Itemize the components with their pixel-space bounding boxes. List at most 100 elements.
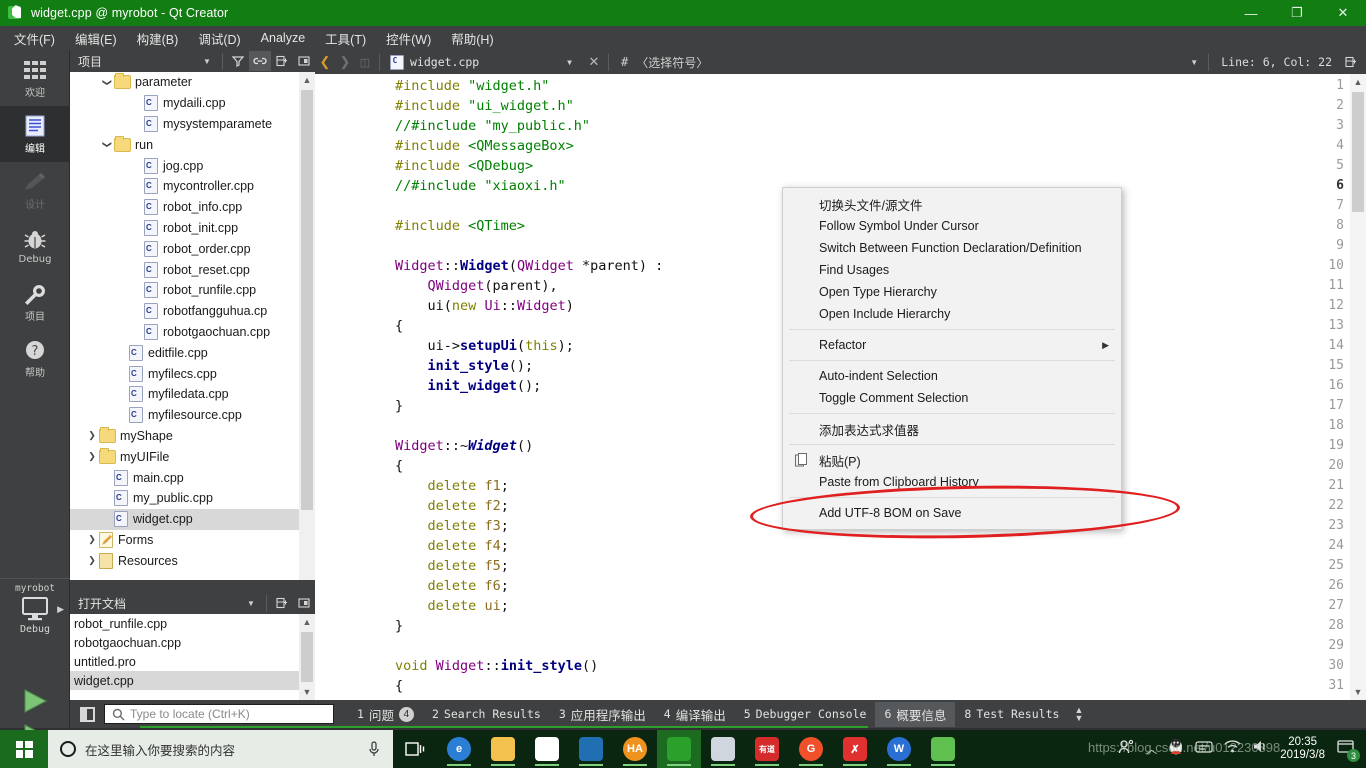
open-document-item[interactable]: robot_runfile.cpp — [70, 614, 315, 633]
kit-selector[interactable]: myrobot ▶ Debug — [0, 578, 70, 641]
output-tab-8[interactable]: 8 Test Results — [955, 704, 1068, 724]
tree-item[interactable]: myfilesource.cpp — [70, 405, 315, 426]
youdao-icon[interactable]: 有道 — [745, 730, 789, 768]
output-tab-4[interactable]: 4 编译输出 — [655, 702, 735, 727]
editor-document-combo[interactable]: widget.cpp ▼ — [384, 54, 584, 70]
tree-item[interactable]: ❯ myShape — [70, 426, 315, 447]
mode-帮助[interactable]: ? 帮助 — [0, 330, 70, 386]
open-documents-list[interactable]: robot_runfile.cpp robotgaochuan.cpp untitl… — [70, 614, 315, 700]
close-button[interactable]: ✕ — [1320, 0, 1366, 26]
scroll-down-icon[interactable]: ▼ — [299, 684, 315, 700]
menu-item-7[interactable]: 帮助(H) — [441, 26, 503, 51]
context-menu-item[interactable]: Open Include Hierarchy — [783, 303, 1121, 325]
locator-input[interactable]: Type to locate (Ctrl+K) — [104, 704, 334, 724]
project-dropdown-icon[interactable]: ▼ — [196, 51, 218, 71]
vscode-icon[interactable] — [569, 730, 613, 768]
link-sync-icon[interactable] — [249, 51, 271, 71]
microsoft-store-icon[interactable] — [525, 730, 569, 768]
output-tab-6[interactable]: 6 概要信息 — [875, 701, 956, 727]
chevron-down-icon[interactable]: ❯ — [102, 138, 113, 152]
ha-icon[interactable]: HA — [613, 730, 657, 768]
toggle-sidebar-icon[interactable] — [74, 703, 100, 725]
chevron-down-icon[interactable]: ❯ — [102, 75, 113, 89]
open-document-item[interactable]: widget.cpp — [70, 671, 315, 690]
tree-item[interactable]: robot_init.cpp — [70, 218, 315, 239]
context-menu-item[interactable]: Paste from Clipboard History — [783, 471, 1121, 493]
context-menu-item[interactable]: Refactor ▶ — [783, 334, 1121, 356]
notification-icon[interactable]: 3 — [1336, 738, 1360, 762]
mode-欢迎[interactable]: 欢迎 — [0, 50, 70, 106]
menu-item-6[interactable]: 控件(W) — [376, 26, 441, 51]
calculator-icon[interactable] — [701, 730, 745, 768]
context-menu-item[interactable]: Toggle Comment Selection — [783, 387, 1121, 409]
close-document-button[interactable]: ✕ — [584, 54, 604, 70]
minimize-button[interactable]: — — [1228, 0, 1274, 26]
context-menu-item[interactable]: 粘贴(P) — [783, 449, 1121, 471]
back-arrow-icon[interactable]: ❮ — [315, 50, 335, 74]
tree-item[interactable]: widget.cpp — [70, 508, 315, 530]
tree-vertical-scrollbar[interactable]: ▲ ▼ — [299, 72, 315, 580]
context-menu-item[interactable]: Follow Symbol Under Cursor — [783, 215, 1121, 237]
split-icon[interactable] — [1340, 52, 1362, 72]
split-icon[interactable] — [271, 593, 293, 613]
tree-item[interactable]: myfiledata.cpp — [70, 384, 315, 405]
context-menu-item[interactable]: 添加表达式求值器 — [783, 418, 1121, 440]
filter-icon[interactable] — [227, 51, 249, 71]
tree-item[interactable]: jog.cpp — [70, 155, 315, 176]
scroll-up-icon[interactable]: ▲ — [299, 614, 315, 630]
menu-item-2[interactable]: 构建(B) — [127, 26, 189, 51]
taskbar-search-box[interactable]: 在这里输入你要搜索的内容 — [48, 730, 393, 768]
output-tab-5[interactable]: 5 Debugger Console — [735, 704, 876, 724]
split-editor-icon[interactable]: ◫ — [355, 50, 375, 74]
open-document-item[interactable]: untitled.pro — [70, 652, 315, 671]
split-icon[interactable] — [271, 51, 293, 71]
qtcreator-icon[interactable] — [657, 730, 701, 768]
editor-context-menu[interactable]: 切换头文件/源文件 Follow Symbol Under Cursor Switc… — [782, 187, 1122, 530]
tree-item[interactable]: ❯ Resources — [70, 550, 315, 571]
tree-item[interactable]: ❯ myUIFile — [70, 446, 315, 467]
taskbar-clock[interactable]: 20:35 2019/3/8 — [1280, 736, 1325, 762]
context-menu-item[interactable]: Switch Between Function Declaration/Defi… — [783, 237, 1121, 259]
file-explorer-icon[interactable] — [481, 730, 525, 768]
close-panel-icon[interactable] — [293, 51, 315, 71]
task-view-icon[interactable] — [393, 730, 437, 768]
tree-item[interactable]: robot_info.cpp — [70, 197, 315, 218]
maximize-button[interactable]: ❐ — [1274, 0, 1320, 26]
chevron-right-icon[interactable]: ❯ — [85, 555, 99, 566]
tree-item[interactable]: robot_order.cpp — [70, 238, 315, 259]
editor-vertical-scrollbar[interactable]: ▲ ▼ — [1350, 74, 1366, 700]
tree-item[interactable]: mydaili.cpp — [70, 93, 315, 114]
output-tab-1[interactable]: 1 问题 4 — [348, 702, 423, 727]
menu-item-5[interactable]: 工具(T) — [315, 26, 376, 51]
symbol-selector[interactable]: # 〈选择符号〉 — [613, 54, 1190, 71]
project-tree[interactable]: ❯ parameter mydaili.cpp mysystemparamete ❯ ru… — [70, 72, 315, 580]
mode-项目[interactable]: 项目 — [0, 274, 70, 330]
tree-item[interactable]: main.cpp — [70, 467, 315, 488]
context-menu-item[interactable]: Open Type Hierarchy — [783, 281, 1121, 303]
tree-item[interactable]: mycontroller.cpp — [70, 176, 315, 197]
tree-item[interactable]: robot_reset.cpp — [70, 259, 315, 280]
mode-编辑[interactable]: 编辑 — [0, 106, 70, 162]
output-pane-updown-icon[interactable]: ▲ ▼ — [1074, 706, 1083, 723]
tree-item[interactable]: robotfangguhua.cp — [70, 301, 315, 322]
tree-item[interactable]: mysystemparamete — [70, 114, 315, 135]
wechat-icon[interactable] — [921, 730, 965, 768]
edge-icon[interactable]: e — [437, 730, 481, 768]
tree-item[interactable]: my_public.cpp — [70, 488, 315, 509]
start-button[interactable] — [0, 730, 48, 768]
tree-item[interactable]: ❯ Forms — [70, 530, 315, 551]
context-menu-item[interactable]: Find Usages — [783, 259, 1121, 281]
scroll-up-icon[interactable]: ▲ — [299, 72, 315, 88]
tree-item[interactable]: myfilecs.cpp — [70, 363, 315, 384]
chevron-right-icon[interactable]: ❯ — [85, 430, 99, 441]
scroll-down-icon[interactable]: ▼ — [1350, 684, 1366, 700]
tree-item[interactable]: robotgaochuan.cpp — [70, 322, 315, 343]
chevron-right-icon[interactable]: ❯ — [85, 534, 99, 545]
docs-dropdown-icon[interactable]: ▼ — [240, 593, 262, 613]
open-document-item[interactable]: robotgaochuan.cpp — [70, 633, 315, 652]
menu-item-3[interactable]: 调试(D) — [188, 26, 250, 51]
context-menu-item[interactable]: 切换头文件/源文件 — [783, 193, 1121, 215]
mode-Debug[interactable]: Debug — [0, 218, 70, 274]
gt-browser-icon[interactable]: G — [789, 730, 833, 768]
context-menu-item[interactable]: Auto-indent Selection — [783, 365, 1121, 387]
